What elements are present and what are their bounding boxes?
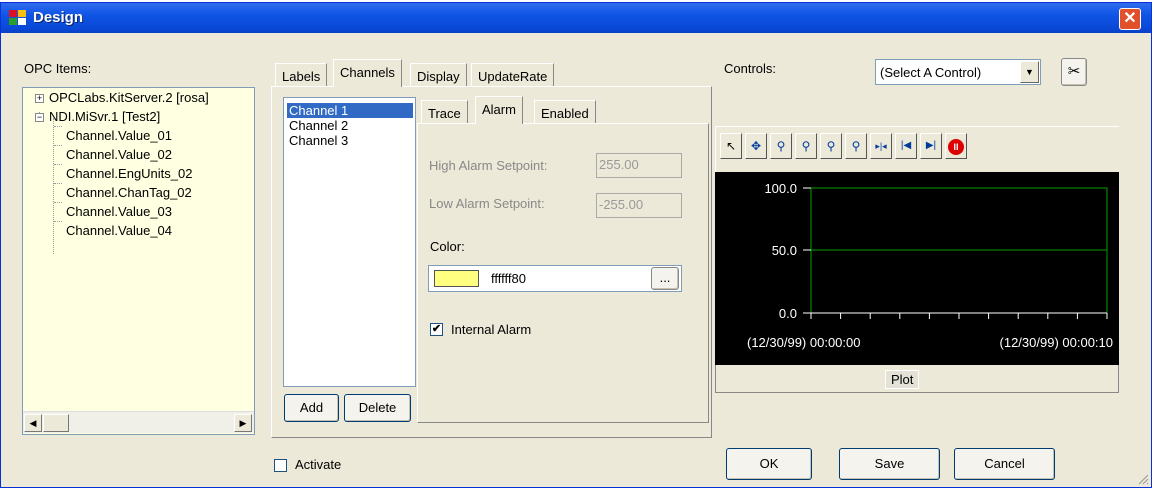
low-alarm-input[interactable]: -255.00	[596, 193, 682, 218]
scroll-thumb[interactable]	[43, 414, 69, 432]
plot-chart: 100.0 50.0 0.0 (12/30/99) 00:00:00 (12/3…	[747, 181, 1113, 350]
plot-footer: Plot	[715, 365, 1119, 393]
plot-toolbar: ↖ ✥ ⚲ ⚲ ⚲ ⚲ ▸|◂ |◀ ▶| II	[715, 126, 1119, 172]
close-button[interactable]: ✕	[1119, 8, 1141, 30]
ok-button[interactable]: OK	[726, 448, 812, 480]
tree-item[interactable]: Channel.Value_01	[66, 128, 172, 143]
resize-grip-icon[interactable]	[1137, 473, 1149, 485]
zoom-out-icon[interactable]: ⚲	[795, 133, 817, 159]
color-browse-button[interactable]: ...	[651, 267, 679, 290]
color-swatch	[434, 270, 479, 287]
tree-item[interactable]: Channel.Value_04	[66, 223, 172, 238]
plot-area[interactable]: 100.0 50.0 0.0 (12/30/99) 00:00:00 (12/3…	[715, 172, 1119, 365]
app-icon	[9, 10, 27, 26]
opc-items-label: OPC Items:	[24, 61, 92, 76]
color-value: ffffff80	[491, 271, 526, 286]
control-select-value: (Select A Control)	[880, 65, 982, 80]
high-alarm-input[interactable]: 255.00	[596, 153, 682, 178]
high-alarm-label: High Alarm Setpoint:	[429, 158, 548, 173]
y-tick-label: 0.0	[779, 306, 797, 321]
cursor-icon[interactable]: ↖	[720, 133, 742, 159]
x-ticks	[810, 313, 1108, 319]
zoom-reset-icon[interactable]: ⚲	[845, 133, 867, 159]
internal-alarm-checkbox[interactable]: ✔	[430, 323, 443, 336]
tree-item[interactable]: Channel.Value_02	[66, 147, 172, 162]
skip-forward-icon[interactable]: ▶|	[920, 133, 942, 159]
activate-checkbox[interactable]	[274, 459, 287, 472]
tree-node-misvr[interactable]: NDI.MiSvr.1 [Test2]	[49, 109, 160, 124]
plot-label: Plot	[885, 370, 920, 389]
delete-button[interactable]: Delete	[344, 394, 411, 422]
zoom-box-icon[interactable]: ⚲	[820, 133, 842, 159]
chevron-down-icon[interactable]: ▼	[1020, 61, 1039, 83]
control-select[interactable]: (Select A Control) ▼	[875, 59, 1041, 85]
add-button[interactable]: Add	[284, 394, 339, 422]
activate-label: Activate	[295, 457, 342, 472]
collapse-icon[interactable]: −	[35, 113, 44, 122]
y-tick-label: 50.0	[772, 243, 797, 258]
list-item-channel-1[interactable]: Channel 1	[287, 103, 413, 118]
title-bar: Design ✕	[1, 3, 1151, 33]
tab-trace[interactable]: Trace	[421, 100, 468, 124]
channel-list[interactable]: Channel 1 Channel 2 Channel 3	[283, 97, 416, 387]
split-icon[interactable]: ▸|◂	[870, 133, 892, 159]
tab-enabled[interactable]: Enabled	[534, 100, 596, 124]
low-alarm-label: Low Alarm Setpoint:	[429, 196, 545, 211]
save-button[interactable]: Save	[839, 448, 940, 480]
tree-horizontal-scrollbar[interactable]: ◀ ▶	[23, 411, 254, 433]
x-start-label: (12/30/99) 00:00:00	[747, 335, 860, 350]
tab-alarm[interactable]: Alarm	[475, 96, 523, 124]
tree-item[interactable]: Channel.ChanTag_02	[66, 185, 192, 200]
tree-item[interactable]: Channel.Value_03	[66, 204, 172, 219]
tab-labels[interactable]: Labels	[275, 63, 328, 87]
color-field[interactable]: ffffff80 ...	[428, 265, 682, 292]
list-item-channel-3[interactable]: Channel 3	[287, 133, 413, 148]
cut-icon[interactable]: ✂	[1061, 58, 1087, 86]
tab-updaterate[interactable]: UpdateRate	[471, 63, 555, 87]
skip-back-icon[interactable]: |◀	[895, 133, 917, 159]
design-window: Design ✕ OPC Items: + OPCLabs.KitServer.…	[0, 2, 1152, 488]
tab-display[interactable]: Display	[410, 63, 467, 87]
zoom-in-icon[interactable]: ⚲	[770, 133, 792, 159]
pause-icon[interactable]: II	[945, 133, 967, 159]
tree-node-kitserver[interactable]: OPCLabs.KitServer.2 [rosa]	[49, 90, 209, 105]
window-title: Design	[33, 9, 84, 26]
internal-alarm-label: Internal Alarm	[451, 322, 532, 337]
cancel-button[interactable]: Cancel	[954, 448, 1055, 480]
opc-items-tree[interactable]: + OPCLabs.KitServer.2 [rosa] − NDI.MiSvr…	[22, 87, 255, 435]
expand-icon[interactable]: +	[35, 94, 44, 103]
tab-channels[interactable]: Channels	[333, 59, 402, 87]
tree-item[interactable]: Channel.EngUnits_02	[66, 166, 192, 181]
pan-icon[interactable]: ✥	[745, 133, 767, 159]
list-item-channel-2[interactable]: Channel 2	[287, 118, 413, 133]
y-tick-label: 100.0	[764, 181, 797, 196]
scroll-right-icon[interactable]: ▶	[234, 414, 252, 432]
scroll-left-icon[interactable]: ◀	[24, 414, 42, 432]
color-label: Color:	[430, 239, 465, 254]
controls-label: Controls:	[724, 61, 777, 76]
x-end-label: (12/30/99) 00:00:10	[1000, 335, 1113, 350]
